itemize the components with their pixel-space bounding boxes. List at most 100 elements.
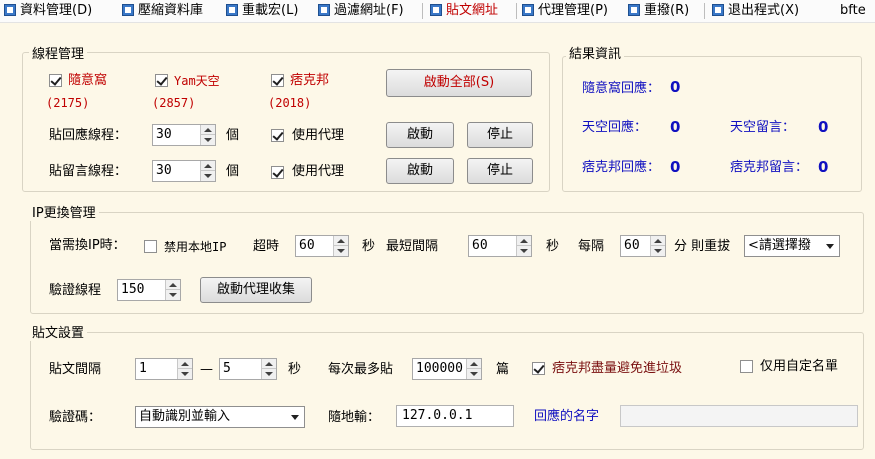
every-value: 60 <box>624 238 640 253</box>
timeout-value: 60 <box>299 238 315 253</box>
post-settings-group <box>30 332 864 450</box>
post-interval-to-value: 5 <box>223 361 231 376</box>
every-label: 每隔 <box>578 239 605 254</box>
captcha-label: 驗證碼： <box>49 410 102 425</box>
captcha-mode-value: 自動識別並輸入 <box>139 409 231 424</box>
yam-count: (2857) <box>152 96 196 110</box>
reload-icon <box>226 4 238 16</box>
pixnet-reply-value: 0 <box>670 158 681 176</box>
pixnet-message-value: 0 <box>818 158 829 176</box>
timeout-label: 超時 <box>253 239 280 254</box>
filter-icon <box>318 4 330 16</box>
yam-reply-value: 0 <box>670 118 681 136</box>
message-threads-spinner[interactable]: 30 <box>152 160 216 182</box>
reply-stop-button[interactable]: 停止 <box>467 122 533 148</box>
verify-threads-spinner[interactable]: 150 <box>117 279 181 301</box>
menu-exit[interactable]: 退出程式(X) <box>712 0 799 22</box>
message-stop-button[interactable]: 停止 <box>467 158 533 184</box>
post-interval-from-spinner[interactable]: 1 <box>135 358 193 380</box>
ip-management-title: IP更換管理 <box>29 202 99 221</box>
xuite-reply-label: 隨意窩回應： <box>582 81 661 96</box>
spinner-arrows-icon[interactable] <box>165 280 180 300</box>
database-icon <box>4 4 16 16</box>
menu-post-url[interactable]: 貼文網址 <box>430 0 498 22</box>
xuite-checkbox[interactable] <box>49 74 62 87</box>
pixnet-checkbox[interactable] <box>271 74 284 87</box>
link-icon <box>430 4 442 16</box>
ip-address-value: 127.0.0.1 <box>402 408 473 423</box>
spinner-arrows-icon[interactable] <box>200 125 215 145</box>
exit-icon <box>712 4 724 16</box>
disable-local-ip-label: 禁用本地IP <box>164 240 227 254</box>
min-interval-sec-label: 秒 <box>546 239 560 254</box>
dial-select[interactable]: <請選擇撥 <box>744 235 840 257</box>
captcha-mode-select[interactable]: 自動識別並輸入 <box>135 406 305 428</box>
message-threads-unit: 個 <box>226 164 240 179</box>
spinner-arrows-icon[interactable] <box>466 359 481 379</box>
max-posts-spinner[interactable]: 100000 <box>412 358 482 380</box>
ip-address-field[interactable]: 127.0.0.1 <box>396 405 514 427</box>
reply-use-proxy-checkbox[interactable] <box>271 129 284 142</box>
xuite-reply-value: 0 <box>670 78 681 96</box>
spinner-arrows-icon[interactable] <box>261 359 276 379</box>
spinner-arrows-icon[interactable] <box>333 236 348 256</box>
custom-list-only-checkbox[interactable] <box>740 360 753 373</box>
message-start-button[interactable]: 啟動 <box>386 158 454 184</box>
menu-data-management[interactable]: 資料管理(D) <box>4 0 92 22</box>
reply-threads-spinner[interactable]: 30 <box>152 124 216 146</box>
menu-redial[interactable]: 重撥(R) <box>628 0 689 22</box>
pixnet-message-label: 痞克邦留言： <box>730 160 809 175</box>
proxy-icon <box>522 4 534 16</box>
yam-checkbox[interactable] <box>155 74 168 87</box>
timeout-spinner[interactable]: 60 <box>295 235 349 257</box>
reply-threads-label: 貼回應線程： <box>49 128 128 143</box>
min-interval-spinner[interactable]: 60 <box>468 235 532 257</box>
spinner-arrows-icon[interactable] <box>177 359 192 379</box>
spinner-arrows-icon[interactable] <box>516 236 531 256</box>
xuite-label: 隨意窩 <box>68 73 108 88</box>
post-interval-to-spinner[interactable]: 5 <box>219 358 277 380</box>
pixnet-avoid-spam-checkbox[interactable] <box>532 362 545 375</box>
start-proxy-collect-button[interactable]: 啟動代理收集 <box>200 277 312 303</box>
message-use-proxy-label: 使用代理 <box>292 164 345 179</box>
yam-label: Yam天空 <box>174 74 220 88</box>
start-all-button[interactable]: 啟動全部(S) <box>386 69 532 97</box>
compress-icon <box>122 4 134 16</box>
min-interval-value: 60 <box>472 238 488 253</box>
chevron-down-icon <box>291 415 299 420</box>
menu-compress-db[interactable]: 壓縮資料庫 <box>122 0 203 22</box>
spinner-arrows-icon[interactable] <box>200 161 215 181</box>
max-posts-unit: 篇 <box>496 362 510 377</box>
custom-list-only-label: 仅用自定名單 <box>760 359 839 374</box>
post-interval-from-value: 1 <box>139 361 147 376</box>
menu-overflow-text[interactable]: bfte <box>840 0 866 22</box>
reply-threads-value: 30 <box>156 127 172 142</box>
verify-threads-label: 驗證線程 <box>49 283 102 298</box>
menu-filter-url[interactable]: 過濾網址(F) <box>318 0 404 22</box>
every-spinner[interactable]: 60 <box>620 235 666 257</box>
xuite-count: (2175) <box>46 96 90 110</box>
menu-proxy-management[interactable]: 代理管理(P) <box>522 0 608 22</box>
disable-local-ip-checkbox[interactable] <box>144 240 157 253</box>
max-posts-value: 100000 <box>416 361 463 376</box>
post-settings-title: 貼文設置 <box>29 322 88 341</box>
results-title: 結果資訊 <box>566 43 625 62</box>
reply-threads-unit: 個 <box>226 128 240 143</box>
min-interval-label: 最短間隔 <box>386 239 439 254</box>
menu-separator <box>516 3 517 19</box>
post-interval-sec: 秒 <box>288 362 302 377</box>
yam-reply-label: 天空回應： <box>582 120 648 135</box>
menu-separator <box>422 3 423 19</box>
thread-management-title: 線程管理 <box>29 43 88 62</box>
reply-name-field[interactable] <box>620 405 858 427</box>
pixnet-label: 痞克邦 <box>290 73 330 88</box>
yam-message-value: 0 <box>818 118 829 136</box>
reply-start-button[interactable]: 啟動 <box>386 122 454 148</box>
spinner-arrows-icon[interactable] <box>650 236 665 256</box>
menu-reload-macro[interactable]: 重載宏(L) <box>226 0 298 22</box>
max-posts-label: 每次最多貼 <box>328 362 394 377</box>
dial-select-value: <請選擇撥 <box>748 238 811 253</box>
yam-message-label: 天空留言： <box>730 120 796 135</box>
redial-icon <box>628 4 640 16</box>
message-use-proxy-checkbox[interactable] <box>271 166 284 179</box>
